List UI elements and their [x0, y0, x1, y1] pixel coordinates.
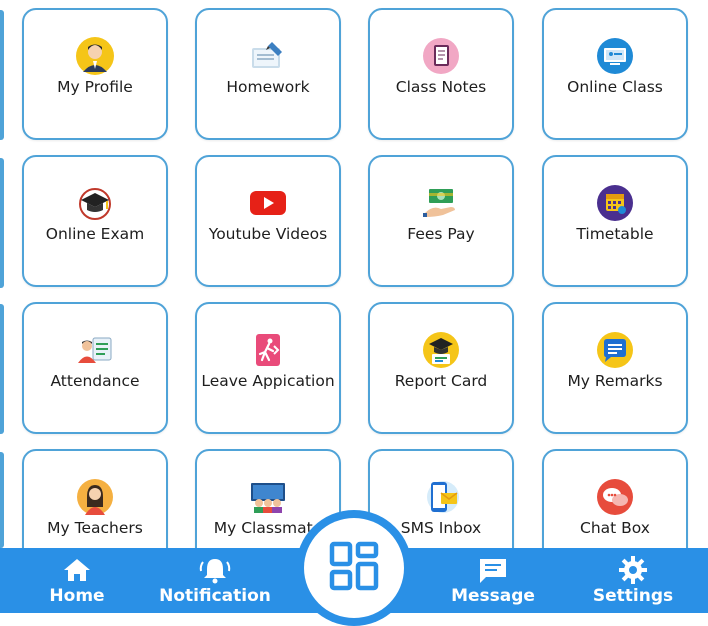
exit-door-icon — [248, 330, 288, 370]
nav-notification[interactable]: Notification — [159, 548, 271, 613]
notebook-icon — [421, 36, 461, 76]
tile-label: My Profile — [57, 78, 133, 96]
tile-label: Online Class — [567, 78, 663, 96]
money-hand-icon — [421, 183, 461, 223]
message-icon — [477, 556, 509, 584]
tile-my-remarks[interactable]: My Remarks — [542, 302, 688, 434]
edge-strip — [0, 452, 4, 548]
report-card-icon — [421, 330, 461, 370]
tile-label: Fees Pay — [407, 225, 475, 243]
tile-label: Homework — [226, 78, 310, 96]
tile-label: Youtube Videos — [208, 225, 328, 243]
edge-strip — [0, 10, 4, 140]
tile-label: Chat Box — [580, 519, 650, 537]
nav-notification-label: Notification — [159, 586, 271, 606]
tile-youtube-videos[interactable]: Youtube Videos — [195, 155, 341, 287]
nav-message[interactable]: Message — [448, 548, 538, 613]
tile-label: Class Notes — [395, 78, 487, 96]
tile-fees-pay[interactable]: Fees Pay — [368, 155, 514, 287]
tile-label: Timetable — [576, 225, 654, 243]
tile-attendance[interactable]: Attendance — [22, 302, 168, 434]
sms-inbox-icon — [421, 477, 461, 517]
classmates-icon — [248, 477, 288, 517]
tile-online-exam[interactable]: Online Exam — [22, 155, 168, 287]
youtube-play-icon — [248, 183, 288, 223]
profile-avatar-icon — [75, 36, 115, 76]
tile-label: My Remarks — [567, 372, 663, 390]
nav-settings[interactable]: Settings — [588, 548, 678, 613]
tile-label: My Teachers — [47, 519, 143, 537]
tile-my-profile[interactable]: My Profile — [22, 8, 168, 140]
tile-class-notes[interactable]: Class Notes — [368, 8, 514, 140]
chat-bubble-icon — [595, 330, 635, 370]
calendar-icon — [595, 183, 635, 223]
chat-box-icon — [595, 477, 635, 517]
tile-label: Attendance — [50, 372, 140, 390]
tile-label: Leave Appication — [201, 372, 335, 390]
gear-icon — [618, 556, 648, 584]
dashboard-fab-button[interactable] — [304, 518, 404, 618]
home-icon — [62, 556, 92, 584]
edge-strip — [0, 158, 4, 288]
bell-icon — [198, 556, 232, 584]
teacher-avatar-icon — [75, 477, 115, 517]
tile-label: Report Card — [394, 372, 488, 390]
tile-report-card[interactable]: Report Card — [368, 302, 514, 434]
nav-settings-label: Settings — [592, 586, 674, 606]
nav-home[interactable]: Home — [40, 548, 114, 613]
tile-homework[interactable]: Homework — [195, 8, 341, 140]
tile-timetable[interactable]: Timetable — [542, 155, 688, 287]
homework-icon — [248, 36, 288, 76]
edge-strip — [0, 304, 4, 434]
tile-leave-application[interactable]: Leave Appication — [195, 302, 341, 434]
dashboard-grid-icon — [328, 540, 380, 596]
online-class-icon — [595, 36, 635, 76]
attendance-icon — [75, 330, 115, 370]
nav-message-label: Message — [451, 586, 535, 606]
tile-online-class[interactable]: Online Class — [542, 8, 688, 140]
nav-home-label: Home — [49, 586, 105, 606]
tile-label: Online Exam — [45, 225, 145, 243]
graduation-cap-icon — [75, 183, 115, 223]
